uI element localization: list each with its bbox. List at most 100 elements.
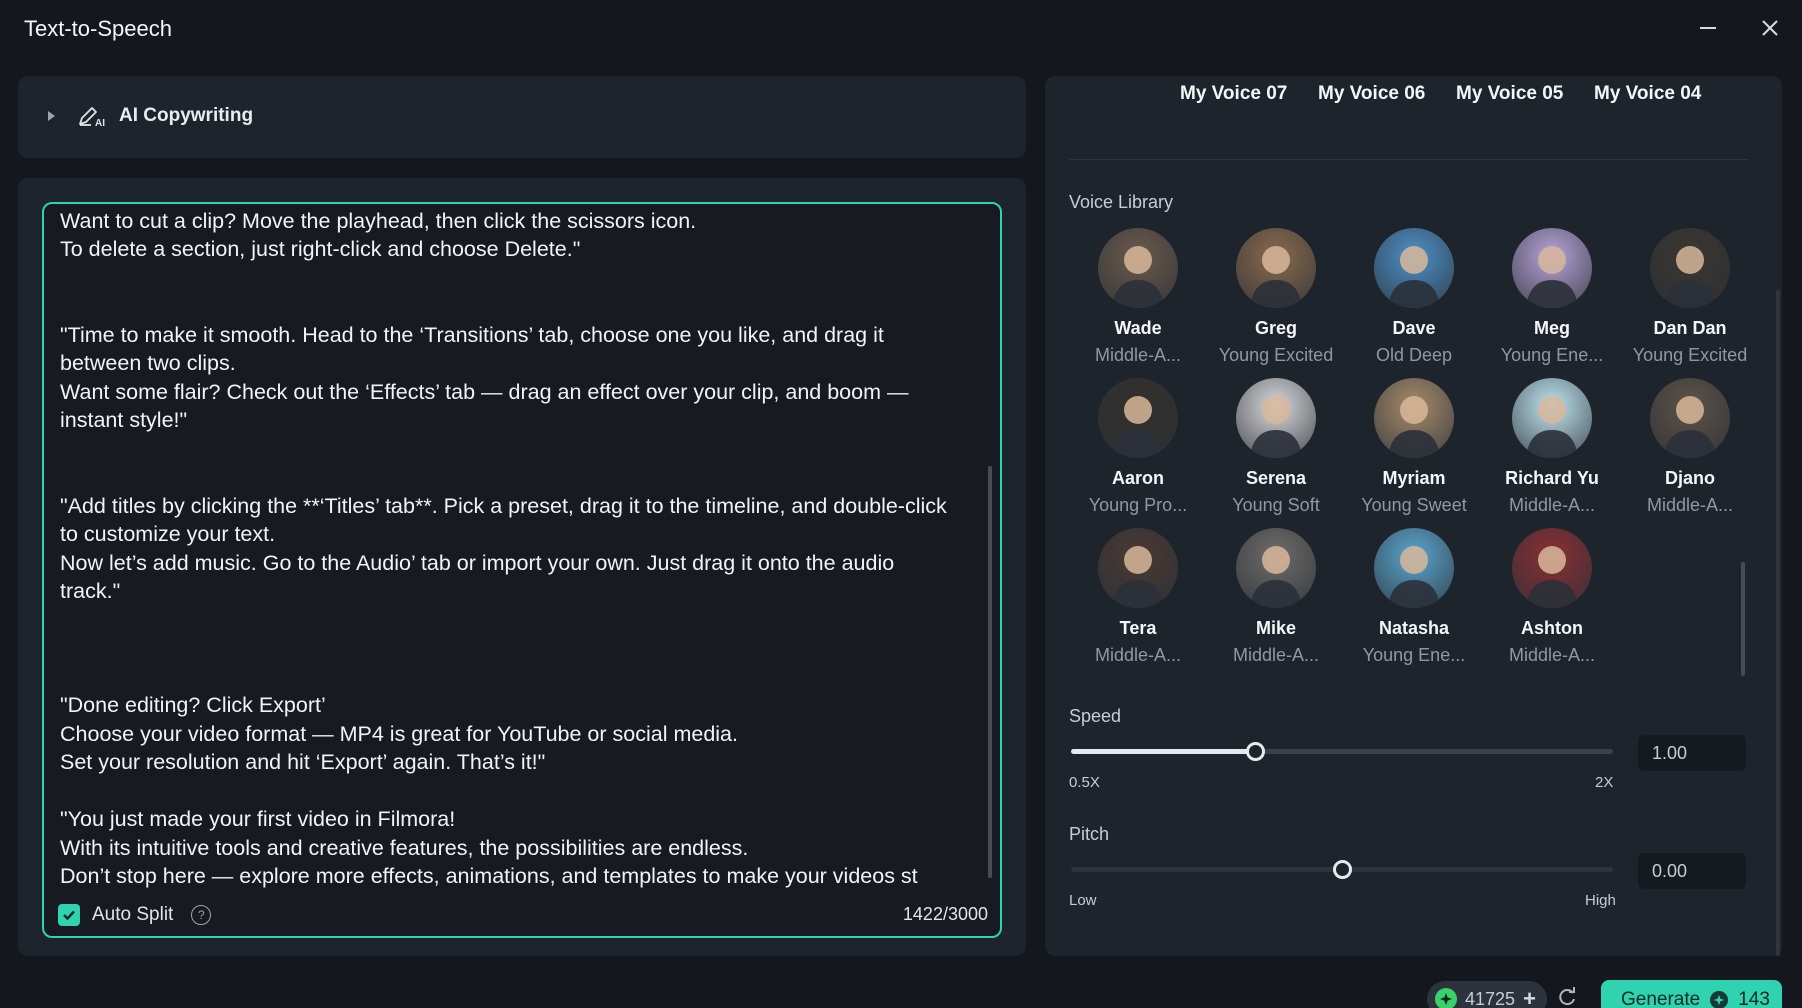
person-icon (1388, 546, 1440, 608)
credits-balance[interactable]: 41725 + (1427, 981, 1547, 1008)
speed-value-input[interactable] (1638, 735, 1746, 771)
speed-slider-handle[interactable] (1246, 742, 1266, 761)
voice-card[interactable]: Tera Middle-A... (1069, 528, 1207, 678)
speed-slider[interactable] (1071, 742, 1613, 761)
voice-description: Middle-A... (1646, 495, 1734, 515)
add-credits-icon[interactable]: + (1523, 986, 1536, 1008)
credit-icon (1710, 991, 1729, 1008)
speed-label: Speed (1069, 706, 1122, 726)
character-counter: 1422/3000 (902, 904, 988, 924)
pitch-slider[interactable] (1071, 860, 1613, 879)
voice-card[interactable]: Richard Yu Middle-A... (1483, 378, 1621, 528)
voice-description: Young Ene... (1362, 645, 1466, 665)
ai-copywriting-toggle[interactable]: AI AI Copywriting (48, 104, 253, 128)
window-title: Text-to-Speech (24, 16, 172, 41)
generate-label: Generate (1621, 989, 1701, 1008)
voice-card[interactable]: Aaron Young Pro... (1069, 378, 1207, 528)
speed-min-label: 0.5X (1069, 774, 1100, 791)
voice-name: Mike (1255, 618, 1297, 638)
editor-scrollbar[interactable] (988, 466, 992, 878)
tab-my-voice-04[interactable]: My Voice 04 (1594, 83, 1701, 105)
help-icon[interactable]: ? (191, 905, 212, 925)
voice-card[interactable]: Greg Young Excited (1207, 228, 1345, 378)
credit-icon (1435, 988, 1457, 1008)
voice-description: Middle-A... (1508, 645, 1596, 665)
voice-name: Richard Yu (1505, 468, 1599, 488)
close-button[interactable] (1754, 12, 1786, 44)
title-bar: Text-to-Speech (0, 0, 1802, 56)
voice-card[interactable]: Wade Middle-A... (1069, 228, 1207, 378)
voice-name: Natasha (1378, 618, 1450, 638)
pitch-value-input[interactable] (1638, 853, 1746, 889)
person-icon (1112, 546, 1164, 608)
voice-description: Young Soft (1232, 495, 1320, 515)
voice-description: Middle-A... (1094, 645, 1182, 665)
voice-card[interactable]: Myriam Young Sweet (1345, 378, 1483, 528)
voice-avatar (1098, 528, 1178, 608)
person-icon (1112, 246, 1164, 308)
voice-description: Young Excited (1632, 345, 1748, 365)
voice-name: Meg (1534, 318, 1570, 338)
voice-card[interactable]: Natasha Young Ene... (1345, 528, 1483, 678)
script-textarea[interactable]: "Let's edit. Drag your video onto the ti… (42, 202, 1002, 938)
voice-card[interactable]: Serena Young Soft (1207, 378, 1345, 528)
person-icon (1388, 396, 1440, 458)
voice-description: Young Sweet (1361, 495, 1467, 515)
ai-copywriting-panel: AI AI Copywriting (18, 76, 1026, 158)
voice-name: Dan Dan (1653, 318, 1727, 338)
generate-cost: 143 (1738, 989, 1770, 1008)
voice-description: Middle-A... (1094, 345, 1182, 365)
voice-avatar (1374, 528, 1454, 608)
voice-avatar (1512, 528, 1592, 608)
tab-divider (1069, 159, 1749, 160)
voice-description: Young Ene... (1500, 345, 1604, 365)
checkmark-icon (63, 910, 75, 921)
voice-card[interactable]: Ashton Middle-A... (1483, 528, 1621, 678)
voice-description: Old Deep (1375, 345, 1453, 365)
voice-name: Tera (1119, 618, 1157, 638)
voice-avatar (1650, 228, 1730, 308)
person-icon (1526, 396, 1578, 458)
voice-card[interactable]: Djano Middle-A... (1621, 378, 1759, 528)
voice-avatar (1374, 378, 1454, 458)
person-icon (1250, 396, 1302, 458)
speed-slider-fill (1071, 749, 1256, 754)
panel-scrollbar[interactable] (1776, 290, 1780, 956)
voice-avatar (1512, 228, 1592, 308)
svg-text:AI: AI (95, 118, 105, 128)
voice-avatar (1236, 528, 1316, 608)
voice-name: Aaron (1111, 468, 1164, 488)
voice-library-scrollbar[interactable] (1741, 562, 1745, 676)
voice-description: Young Excited (1218, 345, 1334, 365)
minimize-button[interactable] (1692, 12, 1724, 44)
voice-avatar (1098, 228, 1178, 308)
person-icon (1250, 246, 1302, 308)
voice-name: Wade (1114, 318, 1162, 338)
pitch-min-label: Low (1069, 892, 1097, 909)
voice-avatar (1236, 228, 1316, 308)
expand-caret-icon (48, 111, 55, 121)
voice-avatar (1236, 378, 1316, 458)
tab-my-voice-07[interactable]: My Voice 07 (1180, 83, 1287, 105)
voice-card[interactable]: Dan Dan Young Excited (1621, 228, 1759, 378)
tab-my-voice-06[interactable]: My Voice 06 (1318, 83, 1425, 105)
script-editor-panel: "Let's edit. Drag your video onto the ti… (18, 178, 1026, 956)
voice-card[interactable]: Meg Young Ene... (1483, 228, 1621, 378)
ai-pen-icon: AI (79, 107, 105, 128)
speed-max-label: 2X (1595, 774, 1614, 791)
refresh-icon[interactable] (1556, 986, 1578, 1008)
tab-my-voice-05[interactable]: My Voice 05 (1456, 83, 1563, 105)
credits-count: 41725 (1465, 988, 1516, 1008)
voice-name: Ashton (1521, 618, 1583, 638)
voice-library-title: Voice Library (1069, 192, 1174, 212)
person-icon (1388, 246, 1440, 308)
voice-card[interactable]: Mike Middle-A... (1207, 528, 1345, 678)
auto-split-checkbox[interactable] (58, 904, 80, 926)
generate-button[interactable]: Generate 143 (1601, 980, 1782, 1008)
pitch-max-label: High (1585, 892, 1616, 909)
voice-name: Djano (1664, 468, 1715, 488)
voice-card[interactable]: Dave Old Deep (1345, 228, 1483, 378)
voice-avatar (1650, 378, 1730, 458)
pitch-slider-handle[interactable] (1333, 860, 1352, 879)
pitch-label: Pitch (1069, 824, 1110, 844)
